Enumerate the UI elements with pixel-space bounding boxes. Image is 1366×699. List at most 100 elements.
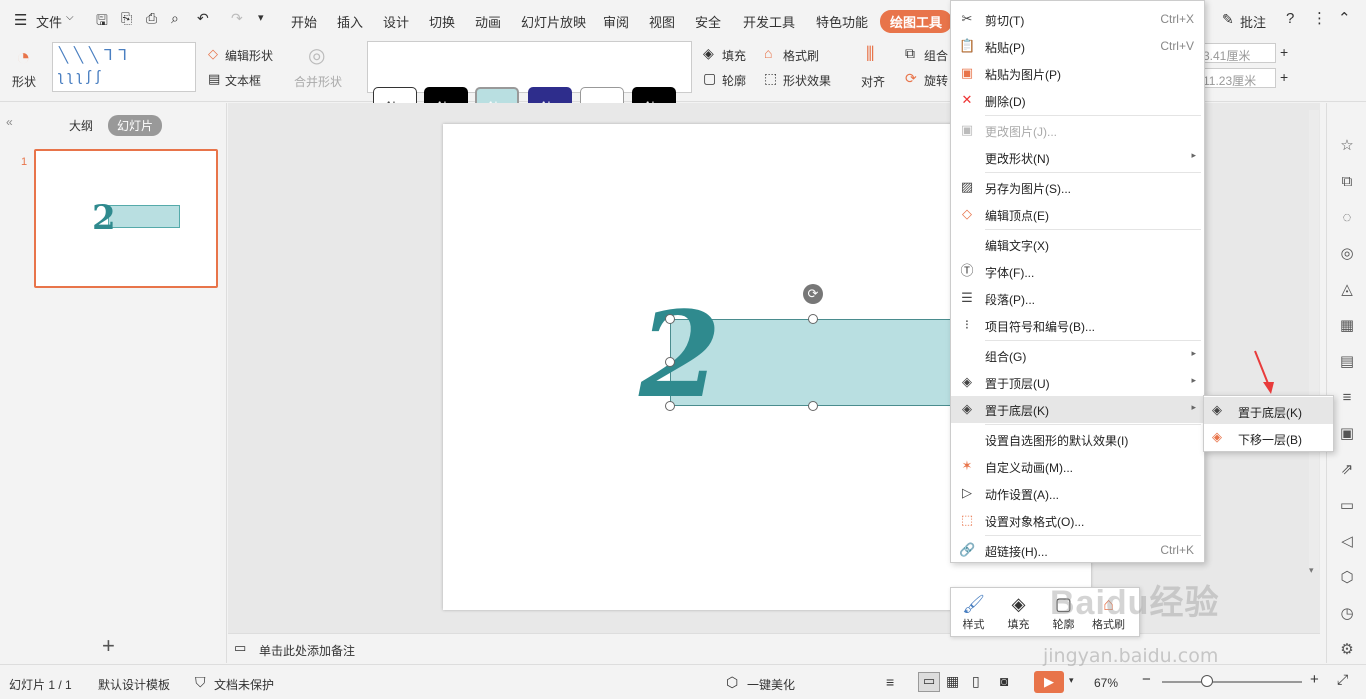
tab-review[interactable]: 审阅 [603,12,629,31]
format-painter-button[interactable]: 格式刷 [783,47,819,64]
outline-button[interactable]: 轮廓 [722,72,746,89]
collapse-panel-icon[interactable]: « [6,115,13,129]
width-field[interactable]: 11.23厘米 [1198,68,1276,88]
beautify-button[interactable]: 一键美化 [747,676,795,693]
tab-slides[interactable]: 幻灯片 [108,115,163,136]
menu-item-edit-points[interactable]: ◇ 编辑顶点(E) [951,201,1204,228]
menu-item-change-image[interactable]: ▣ 更改图片(J)... [951,117,1204,144]
tab-security[interactable]: 安全 [695,12,721,31]
height-increase-icon[interactable]: + [1280,44,1288,60]
menu-item-group[interactable]: 组合(G) ▸ [951,342,1204,369]
scroll-down-icon[interactable]: ▾ [1309,565,1314,576]
textbox-button[interactable]: 文本框 [225,72,261,89]
fit-window-icon[interactable]: ⤢ [1337,671,1348,688]
shape-icon[interactable]: ◔ [16,44,31,72]
fill-button[interactable]: 填充 [722,47,746,64]
redo-icon[interactable]: ↷ [231,10,243,27]
rotate-handle-icon[interactable]: ⟳ [803,284,823,304]
resize-handle-left[interactable] [665,357,675,367]
more-icon[interactable]: ⋮ [1312,9,1327,27]
mini-fill-button[interactable]: ◈ 填充 [996,592,1041,632]
tab-home[interactable]: 开始 [291,12,317,31]
add-slide-icon[interactable]: + [102,633,115,659]
reading-view-icon[interactable]: ▯ [972,673,980,690]
hamburger-icon[interactable]: ☰ [14,11,27,29]
tab-outline[interactable]: 大纲 [69,117,93,134]
help-icon[interactable]: ? [1286,10,1294,27]
print-icon[interactable]: ⎙ [146,10,157,27]
notes-toggle-icon[interactable]: ≡ [886,674,894,690]
resize-handle-top[interactable] [808,314,818,324]
menu-item-send-to-back[interactable]: ◈ 置于底层(K) ▸ [951,396,1204,423]
menu-item-bullets[interactable]: ⁝ 项目符号和编号(B)... [951,312,1204,339]
line-shapes-row2[interactable]: ʅʅʅʃʃ [59,68,106,85]
shape-icon[interactable]: ◌ [1337,208,1357,228]
resize-handle-bottom[interactable] [808,401,818,411]
align-button[interactable]: 对齐 [861,73,885,90]
tab-view[interactable]: 视图 [649,12,675,31]
tab-insert[interactable]: 插入 [337,12,363,31]
menu-item-cut[interactable]: ✂ 剪切(T) Ctrl+X [951,6,1204,33]
sorter-view-icon[interactable]: ▦ [946,673,959,690]
zoom-slider-thumb[interactable] [1201,675,1213,687]
submenu-item-send-backward[interactable]: ◈ 下移一层(B) [1204,424,1333,451]
vertical-scrollbar[interactable] [1309,110,1319,570]
play-slideshow-button[interactable]: ▶ [1034,671,1064,693]
menu-item-custom-animation[interactable]: ✶ 自定义动画(M)... [951,453,1204,480]
protection-status[interactable]: 文档未保护 [214,676,274,693]
presenter-view-icon[interactable]: ◙ [1000,673,1008,689]
group-button[interactable]: 组合 [924,47,948,64]
menu-item-default-effect[interactable]: 设置自选图形的默认效果(I) [951,426,1204,453]
resize-handle-bl[interactable] [665,401,675,411]
tab-animation[interactable]: 动画 [475,12,501,31]
history-icon[interactable]: ◷ [1337,604,1357,624]
layers-icon[interactable]: ◬ [1337,280,1357,300]
normal-view-icon[interactable]: ▭ [918,672,940,692]
slide-thumbnail[interactable]: 2 [34,149,218,288]
tab-transition[interactable]: 切换 [429,12,455,31]
zoom-in-icon[interactable]: + [1310,671,1319,688]
copy-icon[interactable]: ⧉ [1337,172,1357,192]
tab-slideshow[interactable]: 幻灯片放映 [521,12,586,31]
width-increase-icon[interactable]: + [1280,69,1288,85]
chart-icon[interactable]: ▤ [1337,352,1357,372]
mini-style-button[interactable]: 🖌 样式 [951,592,996,632]
speaker-icon[interactable]: ◁ [1337,532,1357,552]
menu-item-save-as-image[interactable]: ▨ 另存为图片(S)... [951,174,1204,201]
notes-placeholder[interactable]: 单击此处添加备注 [259,642,355,659]
line-gallery[interactable]: ╲╲╲⅂⅂ ʅʅʅʃʃ [52,42,196,92]
slide-digit[interactable]: 2 [639,290,721,420]
tab-developer[interactable]: 开发工具 [743,12,795,31]
menu-item-action-settings[interactable]: ▷ 动作设置(A)... [951,480,1204,507]
grid-icon[interactable]: ▦ [1337,316,1357,336]
menu-item-paste[interactable]: 📋 粘贴(P) Ctrl+V [951,33,1204,60]
location-icon[interactable]: ◎ [1337,244,1357,264]
archive-icon[interactable]: ▭ [1337,496,1357,516]
menu-item-delete[interactable]: ✕ 删除(D) [951,87,1204,114]
save-icon[interactable]: 🖫 [96,10,108,34]
merge-shape-button[interactable]: 合并形状 [294,73,342,90]
quick-access-dropdown-icon[interactable]: ▾ [258,11,264,24]
edit-shape-button[interactable]: 编辑形状 [225,47,273,64]
submenu-item-send-to-back[interactable]: ◈ 置于底层(K) [1204,397,1333,424]
tab-features[interactable]: 特色功能 [816,12,868,31]
share-icon[interactable]: ⇗ [1337,460,1357,480]
menu-item-edit-text[interactable]: 编辑文字(X) [951,231,1204,258]
preview-icon[interactable]: ⌕ [171,10,179,27]
tab-design[interactable]: 设计 [383,12,409,31]
play-dropdown-icon[interactable]: ▾ [1069,675,1074,686]
shape-effect-button[interactable]: 形状效果 [783,72,831,89]
file-menu[interactable]: 文件 [36,12,62,31]
zoom-out-icon[interactable]: − [1142,671,1151,688]
tab-drawing-tools[interactable]: 绘图工具 [880,10,953,33]
undo-icon[interactable]: ↶ [197,10,209,27]
shape-button-label[interactable]: 形状 [12,73,36,90]
rotate-button[interactable]: 旋转 [924,72,948,89]
menu-item-format-object[interactable]: ⬚ 设置对象格式(O)... [951,507,1204,534]
comment-button[interactable]: 批注 [1240,12,1266,31]
line-shapes-row1[interactable]: ╲╲╲⅂⅂ [59,46,133,64]
menu-item-hyperlink[interactable]: 🔗 超链接(H)... Ctrl+K [951,537,1204,564]
star-icon[interactable]: ☆ [1337,136,1357,156]
resize-handle-tl[interactable] [665,314,675,324]
zoom-slider[interactable] [1162,681,1302,683]
